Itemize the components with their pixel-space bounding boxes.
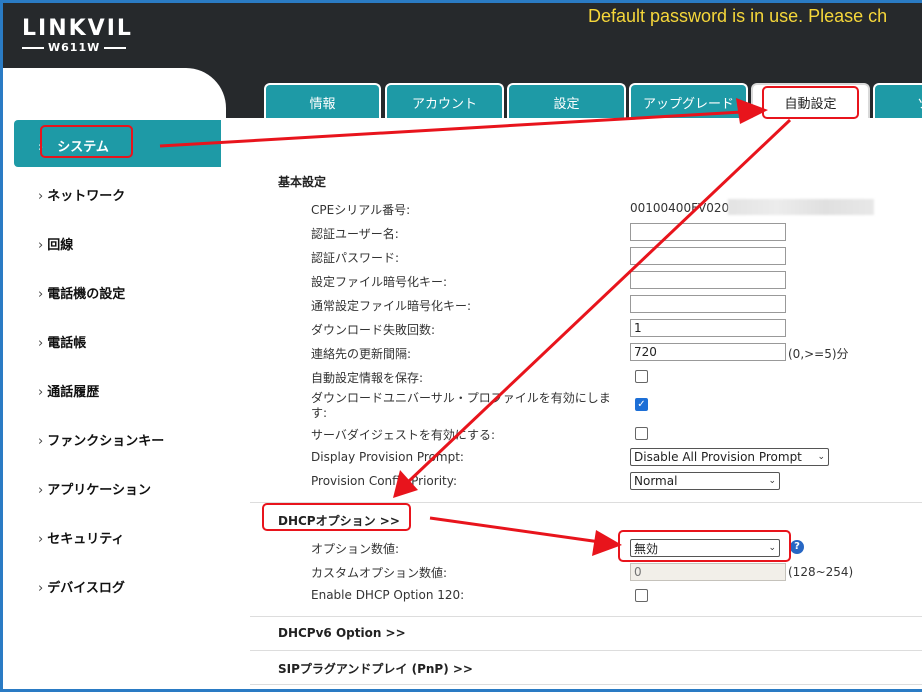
save-provision-info-label: 自動設定情報を保存: [311, 371, 424, 385]
config-encryption-key-input[interactable] [630, 271, 786, 289]
universal-profile-label-line1: ダウンロードユニバーサル・プロファイルを有効にしま [311, 391, 611, 405]
sidebar-item-label: 回線 [47, 238, 74, 253]
sidebar-item-device-log[interactable]: › デバイスログ [38, 577, 125, 596]
section-pnp-title[interactable]: SIPプラグアンドプレイ (PnP) >> [278, 660, 473, 677]
tab-more[interactable]: ソ [873, 83, 922, 119]
sidebar-item-lines[interactable]: › 回線 [38, 234, 73, 253]
custom-option-label: カスタムオプション数値: [311, 566, 448, 580]
sidebar-item-network[interactable]: › ネットワーク [38, 185, 125, 204]
chevron-right-icon: › [38, 336, 44, 351]
auth-user-input[interactable] [630, 223, 786, 241]
save-provision-info-checkbox[interactable] [635, 370, 648, 383]
auth-user-label: 認証ユーザー名: [311, 227, 399, 241]
chevron-right-icon: › [38, 581, 44, 596]
sidebar-item-applications[interactable]: › アプリケーション [38, 479, 151, 498]
common-encryption-key-label: 通常設定ファイル暗号化キー: [311, 299, 472, 313]
custom-option-range-hint: (128~254) [788, 565, 854, 579]
download-fail-count-input[interactable] [630, 319, 786, 337]
chevron-right-icon: › [38, 385, 44, 400]
sidebar-item-label: ファンクションキー [47, 434, 165, 449]
provision-priority-select[interactable]: Normal ⌄ [630, 472, 780, 490]
sidebar-item-security[interactable]: › セキュリティ [38, 528, 124, 547]
server-digest-checkbox[interactable] [635, 427, 648, 440]
divider [250, 616, 922, 617]
dhcp-option120-checkbox[interactable] [635, 589, 648, 602]
divider [250, 650, 922, 651]
sidebar-item-label: 電話帳 [47, 336, 87, 351]
model-line-left [22, 46, 44, 49]
provision-prompt-label: Display Provision Prompt: [311, 450, 464, 464]
tab-info[interactable]: 情報 [264, 83, 381, 119]
tab-upgrade[interactable]: アップグレード [629, 83, 748, 119]
divider [250, 684, 922, 685]
sidebar-item-label: デバイスログ [47, 581, 125, 596]
option-value-label: オプション数値: [311, 542, 400, 556]
highlight-option-value [618, 530, 791, 562]
model-row: W611W [22, 41, 133, 54]
chevron-right-icon: › [38, 287, 44, 302]
config-encryption-key-label: 設定ファイル暗号化キー: [311, 275, 448, 289]
highlight-system [40, 125, 133, 158]
tab-account[interactable]: アカウント [385, 83, 504, 119]
password-warning: Default password is in use. Please ch [588, 6, 888, 26]
auth-password-input[interactable] [630, 247, 786, 265]
common-encryption-key-input[interactable] [630, 295, 786, 313]
sidebar-item-label: ネットワーク [47, 189, 126, 204]
sidebar-item-call-log[interactable]: › 通話履歴 [38, 381, 99, 400]
provision-priority-label: Provision Config Priority: [311, 474, 458, 488]
chevron-right-icon: › [38, 189, 44, 204]
provision-prompt-value: Disable All Provision Prompt [634, 450, 802, 464]
server-digest-label: サーバダイジェストを有効にする: [311, 428, 496, 442]
auth-password-label: 認証パスワード: [311, 251, 400, 265]
chevron-right-icon: › [38, 434, 44, 449]
provision-prompt-select[interactable]: Disable All Provision Prompt ⌄ [630, 448, 829, 466]
highlight-auto-provision-tab [762, 86, 859, 119]
cpe-serial-value: 00100400FV020 [630, 201, 730, 215]
model-name: W611W [48, 41, 101, 54]
chevron-right-icon: › [38, 483, 44, 498]
contact-update-interval-label: 連絡先の更新間隔: [311, 347, 412, 361]
chevron-down-icon: ⌄ [768, 476, 776, 486]
chevron-right-icon: › [38, 532, 44, 547]
model-line-right [104, 46, 127, 49]
chevron-down-icon: ⌄ [817, 452, 825, 462]
logo: LINKVIL W611W [22, 16, 133, 54]
download-fail-count-label: ダウンロード失敗回数: [311, 323, 436, 337]
serial-redaction [728, 199, 874, 215]
section-basic-title: 基本設定 [278, 175, 327, 189]
tab-settings[interactable]: 設定 [507, 83, 626, 119]
universal-profile-label-line2: す: [311, 406, 328, 420]
cpe-serial-label: CPEシリアル番号: [311, 203, 411, 217]
provision-priority-value: Normal [634, 474, 678, 488]
check-icon: ✓ [637, 399, 646, 410]
universal-profile-checkbox[interactable]: ✓ [635, 398, 648, 411]
interval-range-hint: (0,>=5)分 [788, 347, 849, 361]
section-dhcpv6-title[interactable]: DHCPv6 Option >> [278, 626, 406, 640]
custom-option-input[interactable] [630, 563, 786, 581]
sidebar-item-phone-settings[interactable]: › 電話機の設定 [38, 283, 125, 302]
sidebar-item-label: アプリケーション [47, 483, 151, 498]
logo-text: LINKVIL [22, 16, 133, 41]
sidebar-item-label: セキュリティ [47, 532, 125, 547]
chevron-right-icon: › [38, 238, 44, 253]
help-icon[interactable]: ? [790, 540, 804, 554]
sidebar-item-label: 電話機の設定 [47, 287, 126, 302]
sidebar-item-label: 通話履歴 [47, 385, 100, 400]
contact-update-interval-input[interactable] [630, 343, 786, 361]
highlight-dhcp-option [262, 503, 411, 531]
dhcp-option120-label: Enable DHCP Option 120: [311, 588, 465, 602]
sidebar-item-phonebook[interactable]: › 電話帳 [38, 332, 86, 351]
sidebar-item-function-keys[interactable]: › ファンクションキー [38, 430, 164, 449]
